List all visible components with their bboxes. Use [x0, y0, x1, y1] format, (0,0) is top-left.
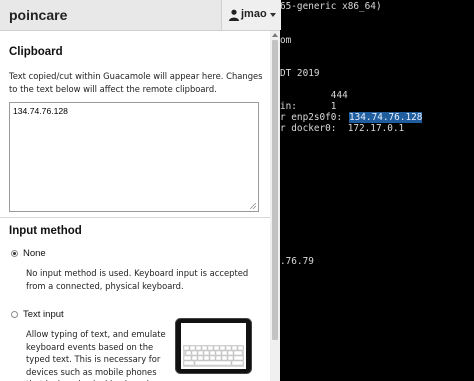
clipboard-description: Text copied/cut within Guacamole will ap… — [9, 71, 263, 94]
terminal-line: .76.79 — [280, 256, 314, 267]
terminal-line: om — [280, 35, 292, 46]
tablet-keyboard-icon — [175, 318, 252, 374]
input-method-none-description: No input method is used. Keyboard input … — [26, 268, 249, 291]
connection-title: poincare — [9, 7, 68, 23]
user-icon — [229, 9, 239, 21]
menu-scrollbar[interactable] — [270, 31, 280, 381]
username-label: jmao — [241, 8, 267, 20]
user-menu-button[interactable]: jmao — [221, 0, 281, 30]
input-method-heading: Input method — [9, 225, 82, 237]
terminal-line: r enp2s0f0: — [280, 112, 343, 123]
input-method-text-description: Allow typing of text, and emulate keyboa… — [26, 329, 166, 381]
terminal-line: 65-generic x86_64) — [280, 1, 382, 12]
input-method-text-radio[interactable] — [11, 311, 18, 318]
guacamole-menu-panel: poincare jmao Clipboard Text copied/cut … — [0, 0, 281, 381]
menu-header: poincare jmao — [0, 0, 281, 31]
input-method-text-label[interactable]: Text input — [23, 309, 64, 320]
resize-grip-icon[interactable] — [250, 203, 256, 209]
clipboard-value: 134.74.76.128 — [13, 106, 68, 116]
chevron-down-icon — [270, 13, 276, 17]
terminal-line: in: 1 — [280, 101, 337, 112]
clipboard-textarea[interactable]: 134.74.76.128 — [9, 102, 259, 212]
terminal-line: 444 — [280, 90, 348, 101]
remote-terminal[interactable]: 65-generic x86_64) om DT 2019 444 in: 1 … — [278, 0, 474, 381]
section-divider — [0, 217, 270, 218]
terminal-selected-text: 134.74.76.128 — [349, 112, 423, 123]
scrollbar-thumb[interactable] — [272, 40, 278, 340]
terminal-line: DT 2019 — [280, 68, 320, 79]
input-method-none-label[interactable]: None — [23, 248, 46, 259]
menu-content: Clipboard Text copied/cut within Guacamo… — [0, 31, 270, 381]
clipboard-heading: Clipboard — [9, 46, 63, 58]
scroll-up-arrow-icon[interactable] — [272, 33, 278, 37]
terminal-line: r docker0: 172.17.0.1 — [280, 123, 405, 134]
input-method-none-radio[interactable] — [11, 250, 18, 257]
